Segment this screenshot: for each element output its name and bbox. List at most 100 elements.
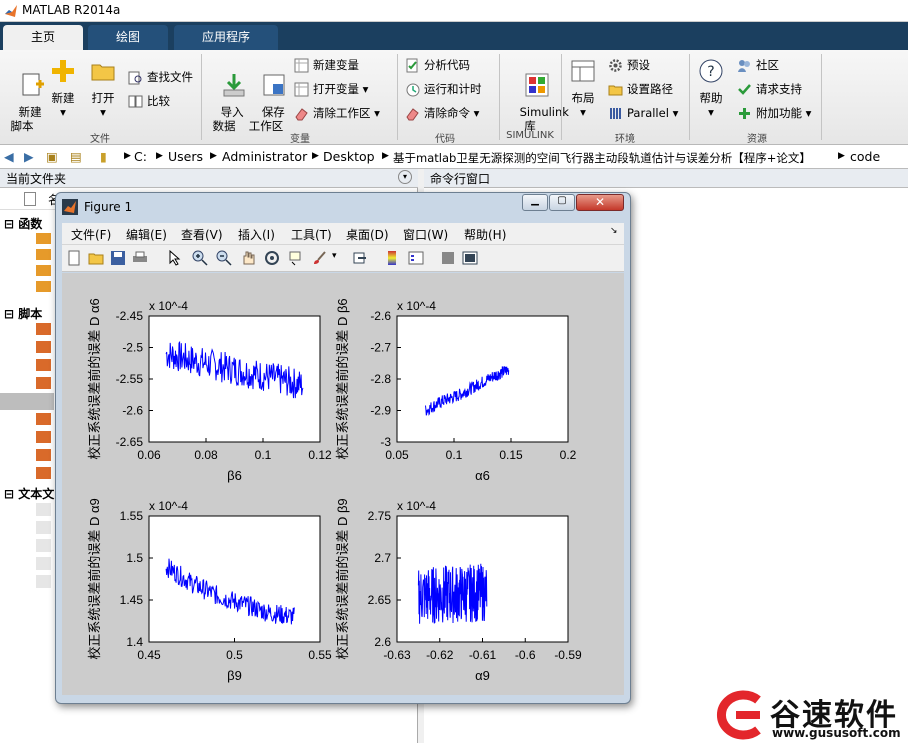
breadcrumb-desktop[interactable]: Desktop — [323, 149, 375, 164]
menu-help[interactable]: 帮助(H) — [464, 226, 506, 243]
group-variable-label: 变量 — [290, 134, 310, 145]
help-button[interactable]: ? 帮助 ▾ — [694, 58, 728, 119]
breadcrumb-separator: ▶ — [156, 151, 163, 161]
menu-view[interactable]: 查看(V) — [181, 226, 223, 243]
menu-insert[interactable]: 插入(I) — [238, 226, 275, 243]
collapse-icon[interactable]: ⊟ — [4, 217, 14, 231]
rotate-3d-icon[interactable] — [264, 250, 280, 266]
menu-tools[interactable]: 工具(T) — [291, 226, 332, 243]
clear-commands-button[interactable]: 清除命令 ▾ — [405, 104, 479, 122]
new-script-button[interactable]: 新建 脚本 — [4, 58, 44, 147]
layout-button[interactable]: 布局 ▾ — [566, 58, 600, 119]
import-data-button[interactable]: 导入 数据 — [206, 58, 245, 147]
parallel-button[interactable]: Parallel ▾ — [608, 104, 678, 122]
minimize-button[interactable]: ▁ — [522, 194, 548, 211]
breadcrumb-project-folder[interactable]: 基于matlab卫星无源探测的空间飞行器主动段轨道估计与误差分析【程序+论文】 — [393, 150, 811, 166]
x-tick-label: -0.61 — [469, 648, 497, 662]
menu-desktop[interactable]: 桌面(D) — [346, 226, 389, 243]
analyze-code-button[interactable]: 分析代码 — [405, 56, 470, 74]
open-file-icon[interactable] — [88, 250, 104, 266]
zoom-out-icon[interactable] — [216, 250, 232, 266]
section-text-files-label: 文本文 — [18, 487, 55, 501]
tab-plots[interactable]: 绘图 — [88, 25, 168, 50]
data-cursor-icon[interactable] — [288, 250, 304, 266]
pointer-icon[interactable] — [166, 250, 182, 266]
brush-icon[interactable] — [312, 250, 328, 266]
eraser-icon — [406, 107, 419, 120]
breadcrumb-users[interactable]: Users — [168, 149, 203, 164]
request-support-button[interactable]: 请求支持 — [737, 80, 802, 98]
menu-edit[interactable]: 编辑(E) — [126, 226, 167, 243]
new-variable-icon — [294, 58, 309, 72]
new-button[interactable]: 新建 ▾ — [46, 58, 80, 119]
add-ons-button[interactable]: 附加功能 ▾ — [737, 104, 811, 122]
subplot-grid: 0.06 0.08 0.1 0.12 -2.45 -2.5 -2.55 -2.6 -2.65 x … — [87, 298, 582, 683]
file-icon — [24, 192, 36, 206]
clear-workspace-button[interactable]: 清除工作区 ▾ — [294, 104, 380, 122]
x-tick-label: -0.63 — [383, 648, 411, 662]
x-tick-label: 0.1 — [255, 448, 272, 462]
new-variable-button[interactable]: 新建变量 — [294, 56, 359, 74]
x-tick-label: 0.08 — [194, 448, 218, 462]
colorbar-icon[interactable] — [384, 250, 400, 266]
find-files-button[interactable]: 查找文件 — [128, 68, 193, 86]
panel-actions-icon[interactable]: ▾ — [398, 170, 412, 184]
compare-button[interactable]: 比较 — [128, 92, 170, 110]
forward-arrow-icon[interactable]: ▶ — [24, 149, 34, 164]
breadcrumb-separator: ▶ — [382, 151, 389, 161]
pan-hand-icon[interactable] — [240, 250, 256, 266]
chevron-down-icon: ▾ — [473, 106, 480, 120]
maximize-button[interactable]: ▢ — [549, 194, 575, 211]
breadcrumb-c[interactable]: C: — [134, 149, 147, 164]
collapse-icon[interactable]: ⊟ — [4, 487, 14, 501]
ribbon: 新建 脚本 新建 ▾ 打开 ▾ 查找文件 比较 文件 导入 数据 保存 工作区 新建… — [0, 50, 908, 145]
save-icon[interactable] — [110, 250, 126, 266]
set-path-button[interactable]: 设置路径 — [608, 80, 673, 98]
breadcrumb-code[interactable]: code — [850, 149, 880, 164]
tab-apps[interactable]: 应用程序 — [174, 25, 278, 50]
back-arrow-icon[interactable]: ◀ — [4, 149, 14, 164]
section-scripts[interactable]: ⊟ 脚本 — [4, 305, 42, 322]
matlab-logo-icon — [5, 5, 17, 17]
collapse-icon[interactable]: ⊟ — [4, 307, 14, 321]
preferences-button[interactable]: 预设 — [608, 56, 650, 74]
x-tick-label: 0.12 — [308, 448, 332, 462]
community-button[interactable]: 社区 — [737, 56, 779, 74]
breadcrumb-administrator[interactable]: Administrator — [222, 149, 307, 164]
browse-folder-icon[interactable]: ▤ — [70, 149, 82, 164]
y-tick-label: -2.6 — [122, 404, 143, 418]
y-tick-label: 1.5 — [126, 551, 143, 565]
breadcrumb-separator: ▶ — [838, 151, 845, 161]
zoom-in-icon[interactable] — [192, 250, 208, 266]
open-button[interactable]: 打开 ▾ — [86, 58, 120, 119]
menu-file[interactable]: 文件(F) — [71, 226, 111, 243]
group-divider — [821, 54, 822, 140]
hide-plot-tools-icon[interactable] — [440, 250, 456, 266]
print-icon[interactable] — [132, 250, 148, 266]
new-label: 新建 — [51, 91, 75, 105]
legend-icon[interactable] — [408, 250, 424, 266]
section-text-files[interactable]: ⊟ 文本文 — [4, 485, 54, 502]
show-plot-tools-icon[interactable] — [462, 250, 478, 266]
group-divider — [561, 54, 562, 140]
new-figure-icon[interactable] — [66, 250, 82, 266]
open-variable-button[interactable]: 打开变量 ▾ — [294, 80, 368, 98]
help-icon: ? — [699, 59, 723, 83]
tab-home[interactable]: 主页 — [3, 25, 83, 50]
new-script-icon — [22, 73, 44, 96]
selected-file-row[interactable] — [0, 393, 54, 410]
open-label: 打开 — [91, 91, 115, 105]
figure-window: Figure 1 ▁ ▢ ✕ 文件(F) 编辑(E) 查看(V) 插入(I) 工… — [55, 192, 631, 704]
add-ons-icon — [739, 107, 750, 119]
up-folder-icon[interactable]: ▣ — [46, 149, 58, 164]
link-plot-icon[interactable] — [352, 250, 368, 266]
brush-dropdown-icon[interactable]: ▾ — [332, 251, 337, 261]
close-button[interactable]: ✕ — [576, 194, 624, 211]
figure-canvas[interactable]: 0.06 0.08 0.1 0.12 -2.45 -2.5 -2.55 -2.6 -2.65 x … — [62, 273, 624, 695]
menu-window[interactable]: 窗口(W) — [403, 226, 448, 243]
command-window-header: 命令行窗口 — [424, 169, 908, 188]
section-functions[interactable]: ⊟ 函数 — [4, 215, 42, 232]
dock-arrow-icon[interactable]: ↘ — [610, 226, 618, 236]
new-script-label: 新建 脚本 — [10, 105, 42, 133]
run-and-time-button[interactable]: 运行和计时 — [405, 80, 482, 98]
